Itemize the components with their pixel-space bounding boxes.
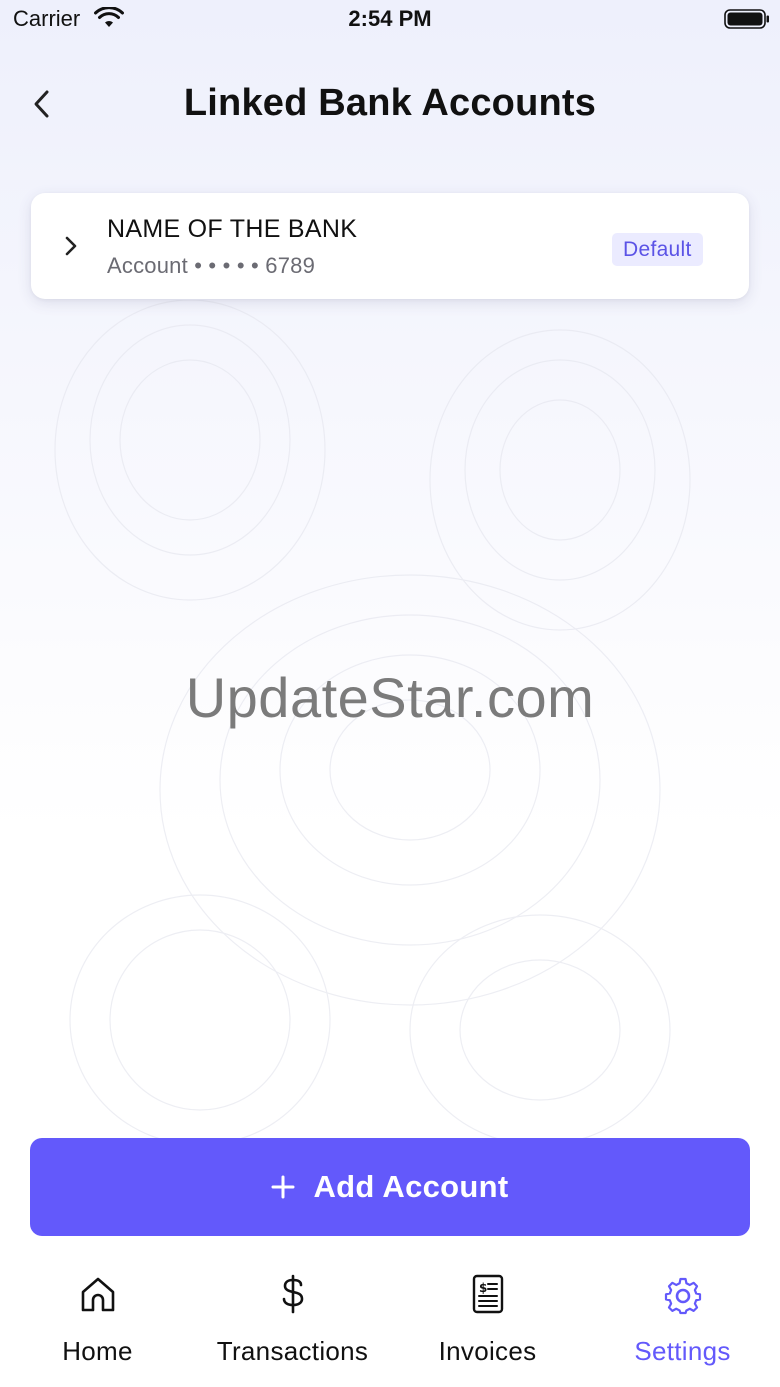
nav-header: Linked Bank Accounts: [0, 70, 780, 140]
tab-invoices-label: Invoices: [438, 1336, 537, 1366]
battery-icon: [724, 9, 769, 29]
svg-text:$: $: [479, 1281, 487, 1295]
bank-account-card[interactable]: NAME OF THE BANK Account • • • • • 6789 …: [31, 193, 749, 299]
page-title: Linked Bank Accounts: [183, 82, 597, 124]
tab-settings-label: Settings: [634, 1336, 731, 1366]
watermark-text: UpdateStar.com: [185, 666, 595, 729]
home-icon: [81, 1277, 115, 1312]
plus-icon: [271, 1175, 295, 1199]
dollar-icon: [282, 1274, 304, 1314]
tab-home-label: Home: [62, 1336, 133, 1366]
tab-bar: Home Transactions $ Invoices Settings: [0, 1262, 780, 1387]
tab-transactions-label: Transactions: [216, 1336, 369, 1366]
tab-transactions[interactable]: Transactions: [195, 1262, 390, 1372]
status-time: 2:54 PM: [348, 6, 432, 31]
account-number: Account • • • • • 6789: [107, 253, 316, 278]
add-account-label: Add Account: [313, 1169, 509, 1204]
bank-name: NAME OF THE BANK: [107, 215, 358, 243]
tab-settings[interactable]: Settings: [585, 1262, 780, 1372]
tab-home[interactable]: Home: [0, 1262, 195, 1372]
tab-invoices[interactable]: $ Invoices: [390, 1262, 585, 1372]
status-bar: Carrier 2:54 PM: [0, 0, 780, 40]
add-account-button[interactable]: Add Account: [30, 1138, 750, 1236]
default-badge: Default: [612, 233, 703, 266]
gear-icon: [664, 1277, 702, 1315]
chevron-right-icon: [65, 236, 77, 256]
invoice-icon: $: [472, 1274, 504, 1314]
